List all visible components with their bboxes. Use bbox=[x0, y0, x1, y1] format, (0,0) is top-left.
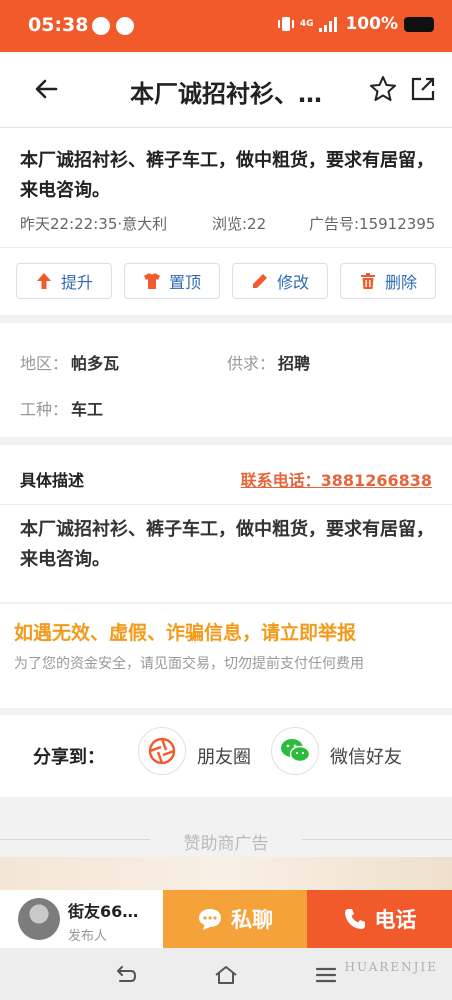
music-app-icon bbox=[116, 17, 134, 35]
contact-phone-link[interactable]: 联系电话：3881266838 bbox=[241, 467, 432, 491]
divider bbox=[0, 504, 452, 505]
divider bbox=[0, 247, 452, 248]
promote-label: 提升 bbox=[60, 273, 93, 292]
page-header: 本厂诚招衬衫、… bbox=[0, 52, 452, 128]
status-time: 05:38 bbox=[28, 14, 89, 36]
sponsor-section: 赞助商广告 bbox=[0, 805, 452, 890]
status-app-icons bbox=[92, 17, 134, 35]
job-type-value: 车工 bbox=[71, 400, 104, 419]
private-chat-button[interactable]: 私聊 bbox=[163, 890, 307, 948]
delete-button[interactable]: 删除 bbox=[340, 263, 436, 299]
supply-value: 招聘 bbox=[278, 354, 311, 373]
edit-button[interactable]: 修改 bbox=[232, 263, 328, 299]
menu-nav-icon[interactable] bbox=[314, 963, 338, 987]
tiktok-icon bbox=[92, 17, 110, 35]
vibrate-icon bbox=[277, 17, 294, 31]
ad-number: 广告号:15912395 bbox=[309, 215, 436, 233]
post-time: 昨天22:22:35·意大利 bbox=[20, 215, 168, 233]
share-label: 分享到： bbox=[33, 747, 105, 768]
safety-notice: 为了您的资金安全，请见面交易，切勿提前支付任何费用 bbox=[14, 656, 364, 672]
network-type: 4G bbox=[299, 18, 314, 29]
private-chat-label: 私聊 bbox=[231, 908, 273, 932]
back-arrow-icon[interactable] bbox=[30, 72, 64, 106]
trash-icon bbox=[360, 273, 375, 289]
page-title: 本厂诚招衬衫、… bbox=[130, 80, 322, 108]
post-title: 本厂诚招衬衫、裤子车工，做中粗货，要求有居留，来电咨询。 bbox=[20, 150, 434, 201]
share-card: 分享到： 朋友圈 微信好友 bbox=[0, 715, 452, 797]
battery-percent: 100% bbox=[345, 14, 398, 34]
promote-button[interactable]: 提升 bbox=[16, 263, 112, 299]
job-type-label: 工种： bbox=[20, 400, 69, 419]
avatar[interactable] bbox=[18, 898, 60, 940]
pin-top-label: 置顶 bbox=[168, 273, 201, 292]
call-button[interactable]: 电话 bbox=[307, 890, 452, 948]
wechat-friends-button[interactable] bbox=[271, 727, 319, 775]
region-label: 地区： bbox=[20, 354, 69, 373]
region-value: 帕多瓦 bbox=[71, 354, 120, 373]
pin-top-button[interactable]: 置顶 bbox=[124, 263, 220, 299]
moments-button[interactable] bbox=[138, 727, 186, 775]
watermark-logo: HUARENJIE bbox=[344, 960, 438, 974]
edit-label: 修改 bbox=[276, 273, 309, 292]
home-nav-icon[interactable] bbox=[214, 963, 238, 987]
post-card: 本厂诚招衬衫、裤子车工，做中粗货，要求有居留，来电咨询。 昨天22:22:35·… bbox=[0, 128, 452, 315]
sponsor-label: 赞助商广告 bbox=[183, 834, 269, 854]
camera-aperture-icon bbox=[148, 737, 176, 765]
bottom-action-bar: 街友66… 发布人 私聊 电话 bbox=[0, 890, 452, 948]
arrow-up-icon bbox=[36, 273, 51, 289]
phone-icon bbox=[344, 909, 365, 929]
status-bar: 05:38 4G 100% bbox=[0, 0, 452, 52]
description-card: 具体描述 联系电话：3881266838 本厂诚招衬衫、裤子车工，做中粗货，要求… bbox=[0, 445, 452, 602]
warning-card: 如遇无效、虚假、诈骗信息，请立即举报 为了您的资金安全，请见面交易，切勿提前支付… bbox=[0, 604, 452, 708]
chat-bubble-icon bbox=[199, 909, 221, 930]
delete-label: 删除 bbox=[384, 273, 417, 292]
view-count: 浏览:22 bbox=[212, 215, 267, 233]
signal-icon bbox=[319, 16, 338, 32]
sponsor-banner[interactable] bbox=[0, 857, 452, 890]
system-nav-bar bbox=[0, 948, 452, 1000]
moments-label[interactable]: 朋友圈 bbox=[197, 743, 251, 769]
share-icon[interactable] bbox=[408, 74, 438, 104]
pencil-icon bbox=[252, 274, 267, 288]
wechat-friends-label[interactable]: 微信好友 bbox=[330, 743, 402, 769]
status-indicators: 4G 100% bbox=[277, 14, 434, 34]
back-nav-icon[interactable] bbox=[114, 963, 138, 987]
favorite-star-icon[interactable] bbox=[368, 74, 398, 104]
description-title: 具体描述 bbox=[20, 471, 85, 490]
wechat-icon bbox=[281, 739, 310, 763]
publisher-name[interactable]: 街友66… bbox=[68, 898, 138, 922]
battery-icon bbox=[404, 16, 434, 32]
report-warning-title[interactable]: 如遇无效、虚假、诈骗信息，请立即举报 bbox=[14, 618, 356, 645]
call-label: 电话 bbox=[374, 908, 417, 932]
shirt-icon bbox=[143, 273, 160, 289]
description-text: 本厂诚招衬衫、裤子车工，做中粗货，要求有居留，来电咨询。 bbox=[20, 519, 434, 570]
info-card: 地区： 帕多瓦 供求： 招聘 工种： 车工 bbox=[0, 323, 452, 437]
publisher-role: 发布人 bbox=[68, 929, 108, 944]
supply-label: 供求： bbox=[227, 354, 276, 373]
